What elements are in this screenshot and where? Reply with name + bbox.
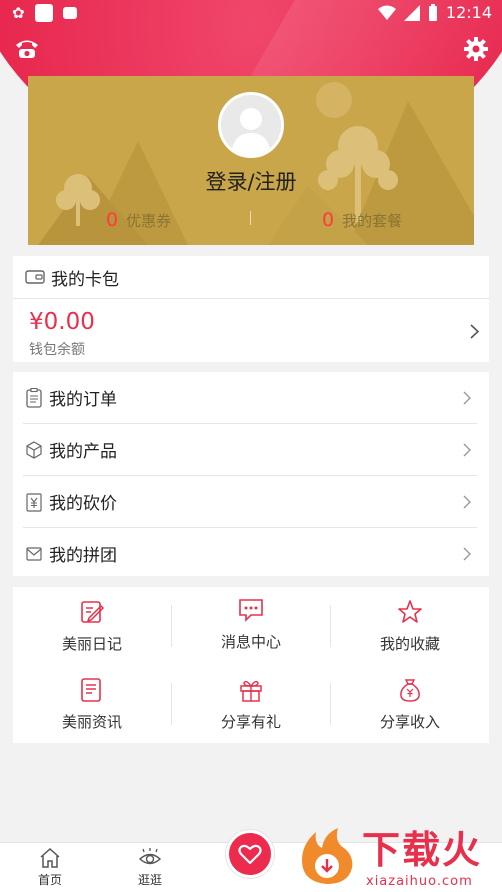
menu-item-orders[interactable]: 我的订单 [13,372,489,423]
avatar[interactable] [218,92,284,158]
envelope-icon [26,546,42,561]
shortcut-label: 消息中心 [220,633,281,651]
notification-icon: ✿ [12,4,25,22]
wifi-icon [377,5,396,20]
shortcut-share-gift[interactable]: 分享有礼 [172,677,330,732]
news-icon [81,678,101,702]
profile-card: 登录/注册 0 优惠券 0 我的套餐 [28,76,474,245]
clipboard-icon [26,387,42,408]
stat-divider [250,211,251,225]
menu-item-bargain[interactable]: 我的砍价 [13,476,489,527]
watermark-logo-icon [302,828,353,884]
tab-label: 逛逛 [137,873,162,887]
menu-item-label: 我的拼团 [49,546,117,566]
cube-icon [26,440,42,459]
shortcut-label: 美丽日记 [61,635,122,653]
menu-item-label: 我的订单 [49,390,117,410]
heart-icon [238,844,262,865]
shortcut-favorites[interactable]: 我的收藏 [331,599,489,654]
edit-note-icon [81,601,105,623]
chat-bubble-icon [239,599,263,622]
chevron-right-icon [463,391,471,404]
menu-item-label: 我的砍价 [49,494,117,514]
coupons-count: 0 [106,209,119,231]
shortcut-beauty-diary[interactable]: 美丽日记 [13,599,171,654]
money-bag-icon [400,679,420,702]
packages-label: 我的套餐 [342,212,403,230]
watermark-text: 下载火 [362,828,483,872]
wallet-balance-label: 钱包余额 [29,342,85,358]
packages-count: 0 [322,209,335,231]
wallet-amount: ¥0.00 [29,309,95,335]
chevron-right-icon [470,323,479,339]
shortcut-beauty-news[interactable]: 美丽资讯 [13,677,171,732]
home-icon [40,847,60,868]
coupons-stat[interactable]: 0 优惠券 [106,209,171,231]
battery-icon [428,3,437,21]
center-heart-button[interactable] [226,830,274,878]
signal-icon [403,4,420,21]
gift-icon [240,680,262,702]
message-notification-icon [62,7,77,19]
wallet-icon [25,270,45,284]
yen-tag-icon [26,492,42,512]
wallet-title: 我的卡包 [51,269,119,290]
star-icon [398,600,422,623]
orders-menu-panel: 我的订单 我的产品 我的砍价 我的拼团 [13,372,489,576]
phone-icon[interactable] [14,36,40,60]
shortcut-label: 分享收入 [379,713,440,731]
chevron-right-icon [463,443,471,456]
shortcut-share-income[interactable]: 分享收入 [331,677,489,732]
user-avatar-icon [221,95,281,155]
shortcut-label: 美丽资讯 [61,713,122,731]
coupons-label: 优惠券 [126,212,172,230]
menu-item-products[interactable]: 我的产品 [13,424,489,475]
shortcut-label: 分享有礼 [220,713,281,731]
shortcut-grid: 美丽日记 消息中心 我的收藏 美丽资讯 分享有礼 分享收入 [13,587,489,743]
chevron-right-icon [463,547,471,560]
tab-label: 首页 [37,873,62,887]
settings-gear-icon[interactable] [463,36,489,62]
watermark-url: xiazaihuo.com [366,874,473,889]
tab-browse[interactable]: 逛逛 [120,847,180,888]
app-notification-icon [34,4,53,22]
eye-icon [138,848,162,865]
shortcut-message-center[interactable]: 消息中心 [172,597,330,652]
status-time: 12:14 [445,3,492,22]
shortcut-label: 我的收藏 [379,635,440,653]
menu-item-group-buy[interactable]: 我的拼团 [13,528,489,579]
wallet-header: 我的卡包 [13,256,489,298]
menu-item-label: 我的产品 [49,442,117,462]
login-register-link[interactable]: 登录/注册 [28,166,474,196]
chevron-right-icon [463,495,471,508]
wallet-balance-row[interactable]: ¥0.00 钱包余额 [13,299,489,362]
packages-stat[interactable]: 0 我的套餐 [322,209,402,231]
status-bar: ✿ 12:14 [0,0,502,28]
watermark: 下载火 xiazaihuo.com [296,826,502,892]
wallet-panel: 我的卡包 ¥0.00 钱包余额 [13,256,489,362]
tab-home[interactable]: 首页 [20,847,80,888]
